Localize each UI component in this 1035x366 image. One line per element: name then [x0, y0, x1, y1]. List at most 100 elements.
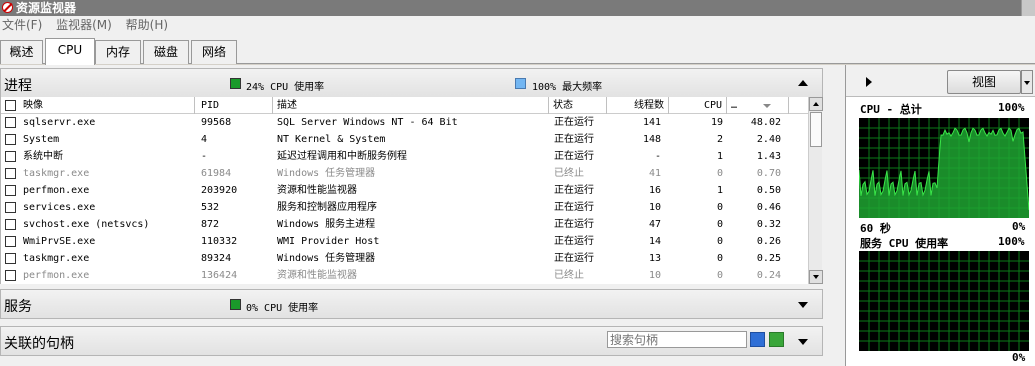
sort-descending-icon: [763, 104, 771, 108]
search-handles-input[interactable]: [607, 331, 747, 348]
process-row[interactable]: WmiPrvSE.exe 110332 WMI Provider Host 正在运行 1…: [1, 233, 809, 250]
cell-cpu: 2: [716, 134, 723, 145]
tab-memory[interactable]: 内存: [95, 40, 141, 64]
tab-overview[interactable]: 概述: [0, 40, 43, 64]
process-scrollbar[interactable]: [808, 97, 823, 284]
collapse-arrow-icon[interactable]: [798, 80, 808, 86]
cpu-total-max: 100%: [998, 101, 1025, 114]
column-status[interactable]: 状态: [549, 97, 607, 114]
tab-bar: 概述 CPU 内存 磁盘 网络: [0, 34, 1035, 65]
process-row[interactable]: taskmgr.exe 61984 Windows 任务管理器 已终止 41 0 0.70: [1, 165, 809, 182]
cell-status: 正在运行: [554, 236, 594, 247]
column-image[interactable]: 映像: [19, 97, 195, 114]
cpu-total-graph: [859, 118, 1029, 218]
process-row[interactable]: svchost.exe (netsvcs) 872 Windows 服务主进程 正在运…: [1, 216, 809, 233]
expand-panel-icon[interactable]: [866, 77, 872, 87]
column-average-cpu[interactable]: …: [727, 97, 789, 114]
column-cpu[interactable]: CPU: [669, 97, 727, 114]
cell-pid: 203920: [201, 185, 238, 196]
cpu-total-time: 60 秒: [860, 222, 891, 235]
graph-panel: 视图 CPU - 总计 100% 60 秒 0% 服务 CPU 使用率 100%…: [845, 65, 1035, 366]
cell-description: 资源和性能监视器: [277, 185, 357, 196]
tab-disk[interactable]: 磁盘: [143, 40, 189, 64]
cell-threads: 47: [648, 219, 661, 230]
column-average-cpu-label: …: [731, 100, 738, 111]
process-row[interactable]: services.exe 532 服务和控制器应用程序 正在运行 10 0 0.46: [1, 199, 809, 216]
process-checkbox[interactable]: [5, 117, 16, 128]
process-table: 映像 PID 描述 状态 线程数 CPU … sqlservr.exe 99568…: [0, 97, 809, 284]
cell-status: 正在运行: [554, 151, 594, 162]
cell-cpu: 1: [716, 151, 723, 162]
process-row[interactable]: System 4 NT Kernel & System 正在运行 148 2 2.40: [1, 131, 809, 148]
view-dropdown-button[interactable]: [1021, 70, 1033, 94]
refresh-icon[interactable]: [769, 332, 784, 347]
column-threads[interactable]: 线程数: [607, 97, 669, 114]
process-checkbox[interactable]: [5, 185, 16, 196]
cell-threads: 13: [648, 253, 661, 264]
cell-description: Windows 任务管理器: [277, 168, 376, 179]
cell-description: WMI Provider Host: [277, 236, 380, 247]
process-checkbox[interactable]: [5, 236, 16, 247]
cell-cpu: 19: [710, 117, 723, 128]
cell-pid: 136424: [201, 270, 238, 281]
process-checkbox[interactable]: [5, 168, 16, 179]
scroll-down-button[interactable]: [809, 270, 823, 284]
service-cpu-title: 服务 CPU 使用率: [860, 237, 949, 250]
process-row[interactable]: sqlservr.exe 99568 SQL Server Windows NT -…: [1, 114, 809, 131]
cell-average-cpu: 0.26: [756, 236, 781, 247]
process-checkbox[interactable]: [5, 151, 16, 162]
cell-pid: 99568: [201, 117, 232, 128]
scroll-down-icon: [813, 275, 819, 279]
window-title: 资源监视器: [16, 1, 77, 15]
max-frequency-text: 100% 最大频率: [532, 82, 603, 93]
tab-network[interactable]: 网络: [191, 40, 237, 64]
select-all-checkbox[interactable]: [5, 100, 16, 111]
process-checkbox[interactable]: [5, 134, 16, 145]
cell-image: taskmgr.exe: [23, 253, 90, 264]
menu-bar: 文件(F) 监视器(M) 帮助(H): [0, 16, 1035, 34]
menu-monitor[interactable]: 监视器(M): [54, 16, 120, 34]
cell-image: WmiPrvSE.exe: [23, 236, 96, 247]
cell-pid: 4: [201, 134, 208, 145]
scroll-thumb[interactable]: [810, 112, 822, 147]
view-button[interactable]: 视图: [947, 70, 1021, 94]
services-header[interactable]: 服务 0% CPU 使用率: [0, 289, 823, 319]
cell-average-cpu: 0.24: [756, 270, 781, 281]
cell-pid: 61984: [201, 168, 232, 179]
scroll-up-button[interactable]: [809, 97, 823, 111]
menu-file[interactable]: 文件(F): [0, 16, 50, 34]
tab-cpu[interactable]: CPU: [45, 38, 95, 65]
scroll-up-icon: [813, 102, 819, 106]
expand-arrow-icon[interactable]: [798, 339, 808, 345]
cell-cpu: 1: [716, 185, 723, 196]
expand-arrow-icon[interactable]: [798, 302, 808, 308]
cell-status: 正在运行: [554, 253, 594, 264]
services-title: 服务: [4, 299, 32, 315]
cell-threads: 16: [648, 185, 661, 196]
service-cpu-max: 100%: [998, 235, 1025, 248]
process-checkbox[interactable]: [5, 219, 16, 230]
cpu-usage-text: 24% CPU 使用率: [246, 82, 325, 93]
minimize-button[interactable]: [1021, 0, 1035, 16]
cell-average-cpu: 0.25: [756, 253, 781, 264]
process-checkbox[interactable]: [5, 202, 16, 213]
handles-header[interactable]: 关联的句柄: [0, 326, 823, 356]
column-description[interactable]: 描述: [273, 97, 549, 114]
cell-status: 正在运行: [554, 117, 594, 128]
process-row[interactable]: taskmgr.exe 89324 Windows 任务管理器 正在运行 13 0 0.25: [1, 250, 809, 267]
process-row[interactable]: 系统中断 - 延迟过程调用和中断服务例程 正在运行 - 1 1.43: [1, 148, 809, 165]
cell-description: NT Kernel & System: [277, 134, 386, 145]
process-checkbox[interactable]: [5, 253, 16, 264]
cell-image: System: [23, 134, 60, 145]
column-pid[interactable]: PID: [197, 97, 273, 114]
menu-help[interactable]: 帮助(H): [124, 16, 176, 34]
processes-header[interactable]: 进程 24% CPU 使用率 100% 最大频率: [0, 68, 823, 98]
process-row[interactable]: perfmon.exe 136424 资源和性能监视器 已终止 10 0 0.24: [1, 267, 809, 284]
cell-pid: 110332: [201, 236, 238, 247]
search-icon[interactable]: [750, 332, 765, 347]
cell-pid: 532: [201, 202, 220, 213]
process-row[interactable]: perfmon.exe 203920 资源和性能监视器 正在运行 16 1 0.50: [1, 182, 809, 199]
cpu-tab-content: 进程 24% CPU 使用率 100% 最大频率 映像 PID 描述 状态 线程…: [0, 65, 1035, 366]
cell-cpu: 0: [716, 219, 723, 230]
process-checkbox[interactable]: [5, 270, 16, 281]
